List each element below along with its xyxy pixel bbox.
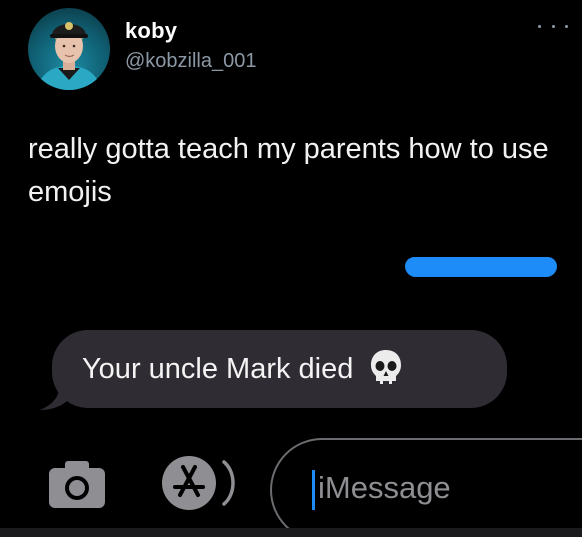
avatar-photo: [36, 22, 102, 90]
tweet-text: really gotta teach my parents how to use…: [28, 133, 549, 208]
skull-emoji: [371, 350, 402, 385]
tweet-author: koby @kobzilla_001: [125, 18, 257, 74]
display-name[interactable]: koby: [125, 18, 257, 44]
user-handle[interactable]: @kobzilla_001: [125, 48, 257, 74]
received-message: Your uncle Mark died: [82, 350, 403, 386]
text-caret: [312, 470, 315, 510]
ellipsis-icon[interactable]: [538, 16, 568, 36]
sent-message-bubble: [405, 257, 557, 277]
received-message-text: Your uncle Mark died: [82, 353, 354, 385]
tweet-header: koby @kobzilla_001: [28, 8, 568, 92]
camera-icon: [49, 461, 105, 508]
avatar[interactable]: [28, 8, 110, 90]
bottom-edge: [0, 528, 582, 537]
imessage-input[interactable]: iMessage: [270, 438, 582, 537]
imessage-placeholder: iMessage: [318, 470, 451, 505]
app-store-icon: [162, 456, 235, 510]
app-store-button[interactable]: [158, 452, 244, 514]
received-message-bubble: Your uncle Mark died: [52, 330, 507, 408]
camera-button[interactable]: [45, 456, 109, 512]
message-input-bar: iMessage: [0, 430, 582, 537]
